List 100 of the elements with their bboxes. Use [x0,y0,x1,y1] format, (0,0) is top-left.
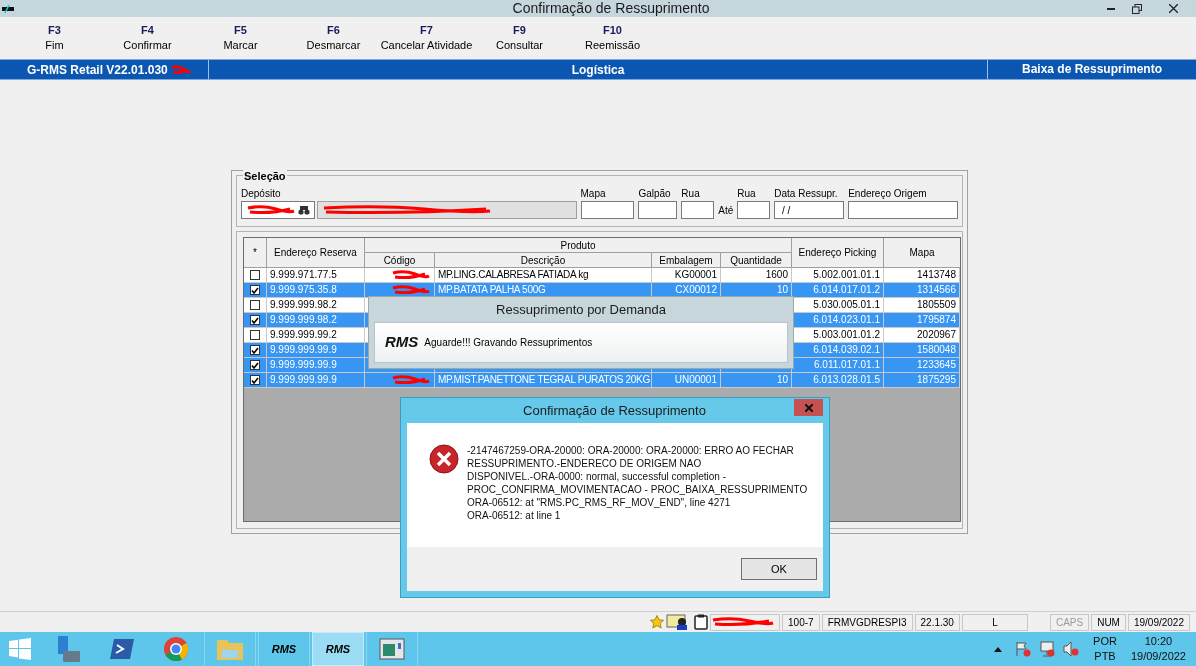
origin-field[interactable] [848,201,958,219]
table-cell: 1795874 [884,313,960,328]
minimize-icon [1107,7,1115,10]
rms-logo: RMS [385,332,419,353]
table-cell: MP.MIST.PANETTONE TEGRAL PURATOS 20KG [435,373,652,388]
language-indicator[interactable]: POR [1093,634,1117,649]
warehouse-field[interactable] [638,201,678,219]
redaction-scribble [391,375,431,385]
window-title: Confirmação de Ressuprimento [511,0,711,18]
flag-icon [1015,641,1032,657]
function-key-button[interactable]: F9 Consultar [473,23,566,53]
row-checkbox[interactable] [250,330,260,340]
module-label: Logística [570,61,626,79]
column-header: Produto [365,238,792,253]
table-cell: 5.002.001.01.1 [792,268,884,283]
field-label: Depósito [241,187,282,201]
taskbar-app-button[interactable]: RMS [258,632,310,666]
table-cell: 9.999.971.77.5 [267,268,365,283]
progress-message: Aguarde!!! Gravando Ressuprimentos [424,336,593,350]
table-cell: 6.014.023.01.1 [792,313,884,328]
table-cell: 5.030.005.01.1 [792,298,884,313]
close-icon [1168,4,1178,13]
table-cell: 1805509 [884,298,960,313]
table-cell: 1875295 [884,373,960,388]
redaction-scribble [711,617,776,627]
group-title: Seleção [243,168,287,185]
row-checkbox[interactable] [250,360,260,370]
function-key-button[interactable]: F7 Cancelar Atividade [380,23,473,53]
table-cell: 6.013.028.01.5 [792,373,884,388]
terminal-icon [109,638,135,660]
status-cell: FRMVGDRESPI3 [821,613,913,631]
status-cell: 19/09/2022 [1127,613,1190,631]
field-label: Mapa [580,187,607,201]
binoculars-icon [298,205,310,215]
taskbar-app-button[interactable] [366,632,418,666]
window-icon [379,638,405,660]
table-cell: 1314566 [884,283,960,298]
status-cell: NUM [1091,613,1126,631]
table-cell: 1600 [721,268,792,283]
table-cell: 6.014.017.01.2 [792,283,884,298]
row-checkbox[interactable] [250,315,260,325]
table-cell: 6.014.039.02.1 [792,343,884,358]
street-field[interactable] [737,201,771,219]
table-cell: 9.999.999.98.2 [267,298,365,313]
function-key-button[interactable]: F3 Fim [8,23,101,53]
row-checkbox[interactable] [250,300,260,310]
check-icon [251,286,259,294]
function-key-button[interactable]: F5 Marcar [194,23,287,53]
field-label: Galpão [638,187,672,201]
table-cell: 9.999.999.98.2 [267,313,365,328]
table-cell: 9.999.999.99.9 [267,343,365,358]
restore-icon [1132,3,1142,14]
row-checkbox[interactable] [250,270,260,280]
screen-label: Baixa de Ressuprimento [987,60,1196,79]
table-cell: 9.999.975.35.8 [267,283,365,298]
clock-date[interactable]: 19/09/2022 [1130,649,1186,664]
rms-logo: RMS [271,641,297,657]
function-key-button[interactable]: F10 Reemissão [566,23,659,53]
taskbar-app-button[interactable]: RMS [312,632,364,666]
table-cell: 6.011.017.01.1 [792,358,884,373]
status-cell: CAPS [1049,613,1090,631]
status-cell: 100-7 [782,613,820,631]
speaker-muted-icon [1063,641,1080,657]
star-icon [650,615,665,629]
function-key-button[interactable]: F4 Confirmar [101,23,194,53]
error-message: -2147467259-ORA-20000: ORA-20000: ORA-20000: ERRO AO FECHAR RESSUPRIMENTO.-ENDERECO DE ORIGEM NAO DISPONIVEL.-ORA-0000: normal, successful completion - PROC_CONFIRMA_MOVIMENTACAO - PROC_BAIXA_RESSUPRIMENTO ORA-06512: at "RMS.PC_RMS_RF_MOV_END", line 4271 ORA-06512: at line 1 [467,444,808,522]
clock-time[interactable]: 10:20 [1144,634,1173,649]
ok-button[interactable]: OK [741,558,817,580]
browser-icon [163,636,189,662]
map-field[interactable] [580,201,635,219]
field-label: Data Ressupr. [774,187,839,201]
table-cell: 1233645 [884,358,960,373]
redaction-scribble [169,64,192,75]
windows-logo-icon [9,638,31,660]
table-cell: 2020967 [884,328,960,343]
table-cell: KG00001 [652,268,721,283]
row-checkbox[interactable] [250,285,260,295]
table-cell: 9.999.999.99.9 [267,373,365,388]
redaction-scribble [391,270,431,280]
close-icon [804,403,813,412]
caret-up-icon [994,646,1003,652]
redaction-scribble [391,285,431,295]
dialog-title: Confirmação de Ressuprimento [522,401,707,420]
clipboard-icon [694,614,709,630]
app-icon [2,4,14,13]
layout-indicator[interactable]: PTB [1094,649,1116,664]
row-checkbox[interactable] [250,345,260,355]
table-cell: MP.LING.CALABRESA FATIADA kg [435,268,652,283]
row-checkbox[interactable] [250,375,260,385]
status-cell: 22.1.30 [914,613,960,631]
deposit-code-field[interactable] [241,201,315,219]
error-icon [429,444,459,474]
function-key-button[interactable]: F6 Desmarcar [287,23,380,53]
table-cell: 1413748 [884,268,960,283]
date-field[interactable]: / / [774,201,845,219]
street-field[interactable] [681,201,715,219]
field-label: Até [718,204,734,218]
dialog-title: Ressuprimento por Demanda [495,301,667,319]
table-cell: 9.999.999.99.2 [267,328,365,343]
table-cell: 5.003.001.01.2 [792,328,884,343]
